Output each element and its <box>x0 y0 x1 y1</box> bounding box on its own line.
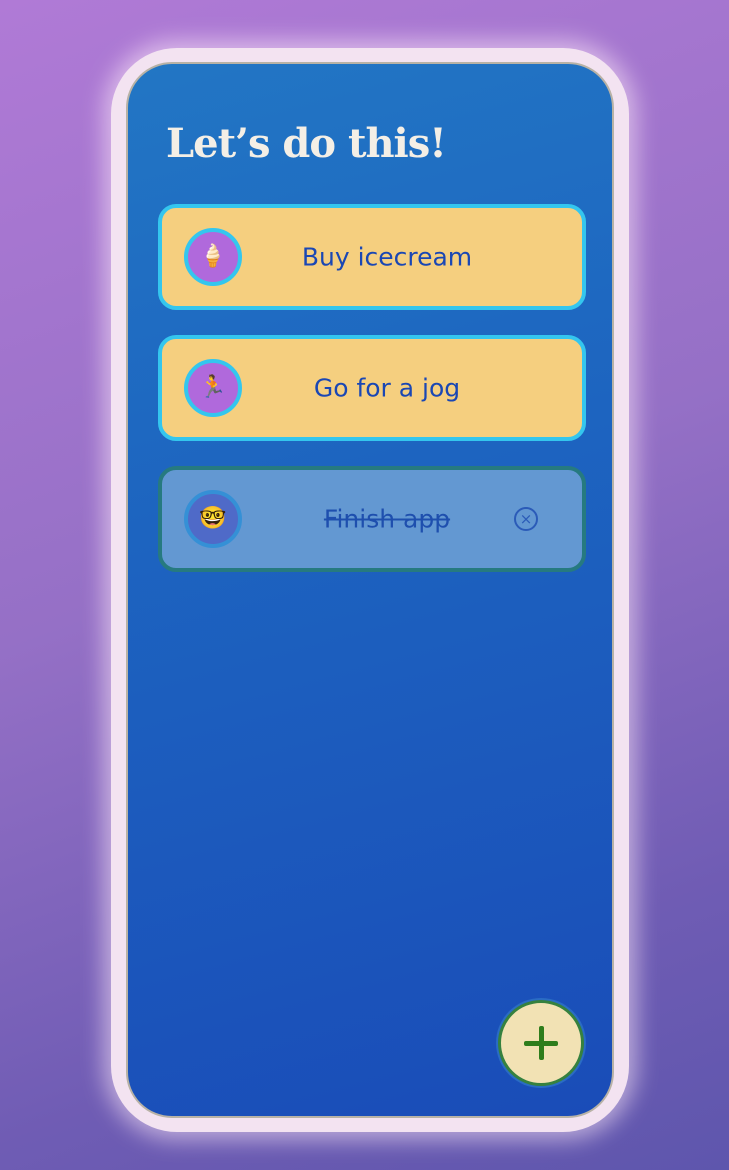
todo-item-finish-app[interactable]: 🤓 Finish app × <box>158 466 586 572</box>
todo-label: Buy icecream <box>301 242 473 272</box>
ice-cream-icon: 🍦 <box>184 228 242 286</box>
todo-list: 🍦 Buy icecream 🏃 Go for a jog 🤓 Finish a… <box>158 204 586 597</box>
close-circle-icon: × <box>519 509 533 528</box>
nerd-face-icon: 🤓 <box>184 490 242 548</box>
todo-label: Finish app <box>323 504 451 534</box>
plus-icon <box>524 1026 558 1060</box>
add-todo-button[interactable] <box>498 1000 584 1086</box>
todo-label: Go for a jog <box>313 373 461 403</box>
runner-icon: 🏃 <box>184 359 242 417</box>
todo-item-buy-icecream[interactable]: 🍦 Buy icecream <box>158 204 586 310</box>
delete-todo-button[interactable]: × <box>514 507 538 531</box>
app-screen: Let’s do this! 🍦 Buy icecream 🏃 Go for a… <box>126 62 614 1118</box>
page-title: Let’s do this! <box>166 120 447 167</box>
todo-item-go-for-a-jog[interactable]: 🏃 Go for a jog <box>158 335 586 441</box>
